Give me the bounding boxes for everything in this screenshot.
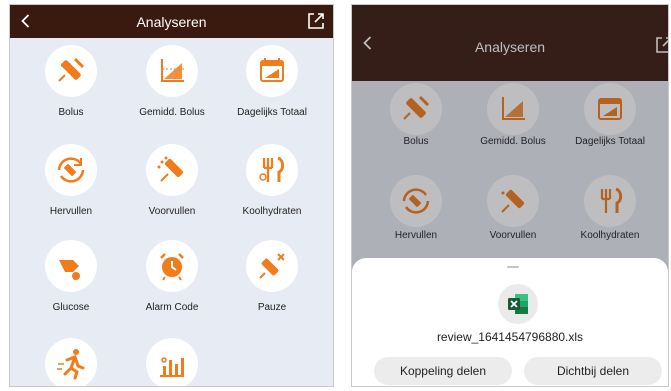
analyze-screen-share: Analyseren Bolus Gemidd. Bolus Dagelijks… (351, 4, 669, 387)
tile-label: Bolus (58, 107, 84, 118)
fork-knife-icon (259, 156, 285, 182)
pause-syringe-icon (259, 253, 285, 279)
export-icon[interactable] (306, 11, 326, 31)
refill-icon (57, 157, 85, 183)
calendar-icon (260, 58, 284, 82)
tile-label: Dagelijks Totaal (237, 107, 307, 118)
tile-label: Gemidd. Bolus (139, 107, 205, 118)
share-sheet: review_1641454796880.xls Koppeling delen… (352, 258, 668, 386)
drag-handle[interactable] (507, 266, 519, 268)
app-header: Analyseren (10, 5, 333, 38)
average-chart-icon (161, 59, 184, 82)
prime-syringe-icon (157, 156, 184, 182)
syringe-icon (58, 57, 85, 82)
tile-label: Voorvullen (148, 206, 196, 217)
excel-icon (508, 294, 528, 314)
analyze-screen: Analyseren Bolus Gemidd. Bolus Dagelijks… (9, 4, 334, 387)
share-nearby-button[interactable]: Dichtbij delen (524, 357, 662, 385)
tile-label: Hervullen (49, 206, 93, 217)
tile-label: Koolhydraten (242, 206, 302, 217)
file-name: review_1641454796880.xls (436, 330, 584, 344)
tile-label: Pauze (257, 302, 287, 313)
tile-label: Alarm Code (145, 302, 199, 313)
bar-chart-icon (160, 357, 184, 377)
alarm-clock-icon (160, 253, 184, 281)
tile-label: Glucose (52, 302, 90, 313)
running-icon (57, 349, 85, 380)
share-link-button[interactable]: Koppeling delen (374, 357, 512, 385)
page-title: Analyseren (136, 14, 207, 30)
blood-drop-icon (59, 260, 80, 280)
file-preview (498, 284, 538, 324)
